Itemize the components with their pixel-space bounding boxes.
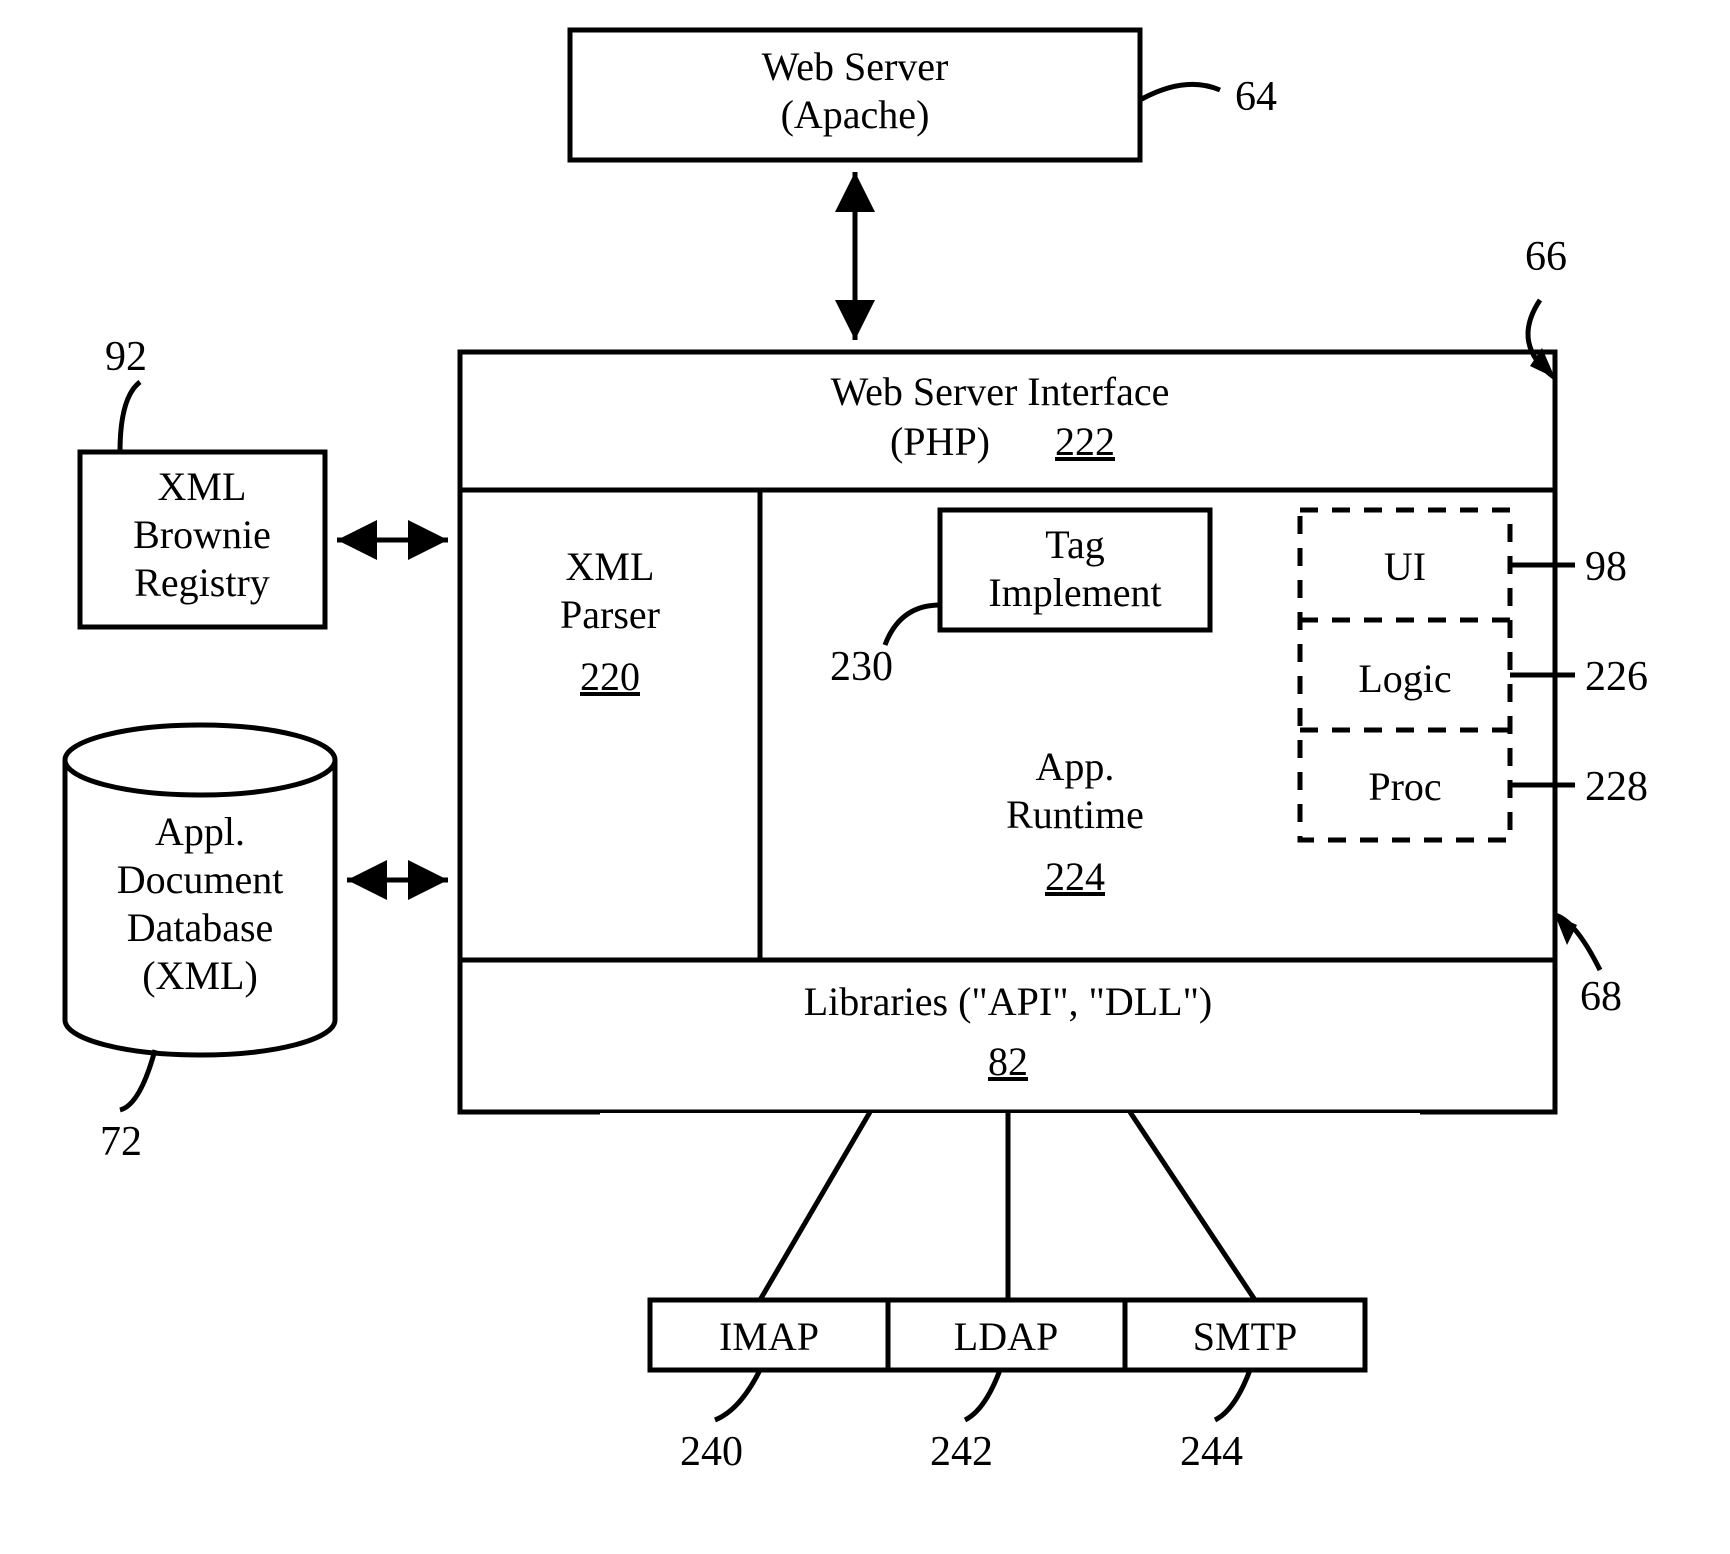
proc-label: Proc — [1368, 764, 1441, 809]
tag-impl-line1: Tag — [1045, 522, 1104, 567]
smtp-ref: 244 — [1180, 1429, 1243, 1475]
protocol-row: IMAP LDAP SMTP 240 242 244 — [650, 1300, 1365, 1475]
logic-ref: 226 — [1585, 654, 1648, 700]
tag-impl-line2: Implement — [988, 570, 1161, 615]
libraries-line1: Libraries ("API", "DLL") — [804, 979, 1213, 1024]
architecture-diagram: Web Server (Apache) 64 66 68 Web Server … — [0, 0, 1730, 1554]
smtp-label: SMTP — [1193, 1314, 1298, 1359]
proc-ref: 228 — [1585, 764, 1648, 810]
tag-impl-ref: 230 — [830, 644, 893, 690]
xml-parser-line1: XML — [566, 544, 655, 589]
db-line3: Database — [127, 905, 274, 950]
web-server-box: Web Server (Apache) 64 — [570, 30, 1277, 160]
ldap-ref: 242 — [930, 1429, 993, 1475]
ref-web-server: 64 — [1235, 74, 1277, 120]
xml-registry-line1: XML — [158, 464, 247, 509]
xml-registry-line3: Registry — [134, 560, 270, 605]
ref-container: 66 — [1525, 234, 1567, 280]
xml-registry-ref: 92 — [105, 334, 147, 380]
app-runtime-ref: 224 — [1045, 854, 1105, 899]
db-ref: 72 — [100, 1119, 142, 1165]
xml-brownie-registry-box: XML Brownie Registry 92 — [80, 334, 325, 627]
app-runtime-line1: App. — [1036, 744, 1115, 789]
ui-label: UI — [1384, 544, 1426, 589]
xml-parser-ref: 220 — [580, 654, 640, 699]
ui-logic-proc-panel: UI Logic Proc 98 226 228 — [1300, 510, 1648, 840]
xml-parser-line2: Parser — [560, 592, 660, 637]
web-server-line2: (Apache) — [781, 92, 930, 137]
interface-line1: Web Server Interface — [831, 369, 1170, 414]
logic-label: Logic — [1358, 656, 1451, 701]
xml-parser-box: XML Parser 220 — [560, 544, 660, 699]
ref-mid-side: 68 — [1580, 974, 1622, 1020]
database-cylinder: Appl. Document Database (XML) 72 — [65, 725, 335, 1165]
web-server-line1: Web Server — [762, 44, 949, 89]
ui-ref: 98 — [1585, 544, 1627, 590]
libraries-box: Libraries ("API", "DLL") 82 — [804, 979, 1213, 1084]
libraries-ref: 82 — [988, 1039, 1028, 1084]
db-line2: Document — [117, 857, 284, 902]
web-server-interface-box: Web Server Interface (PHP) 222 — [460, 369, 1555, 490]
db-line1: Appl. — [155, 809, 245, 854]
interface-line2: (PHP) — [890, 419, 990, 464]
ldap-label: LDAP — [954, 1314, 1058, 1359]
tag-implement-box: Tag Implement 230 — [830, 510, 1210, 690]
imap-label: IMAP — [719, 1314, 819, 1359]
imap-ref: 240 — [680, 1429, 743, 1475]
xml-registry-line2: Brownie — [133, 512, 271, 557]
app-runtime-line2: Runtime — [1006, 792, 1144, 837]
interface-ref: 222 — [1055, 419, 1115, 464]
db-line4: (XML) — [142, 953, 258, 998]
app-runtime-box: App. Runtime 224 — [1006, 744, 1144, 899]
